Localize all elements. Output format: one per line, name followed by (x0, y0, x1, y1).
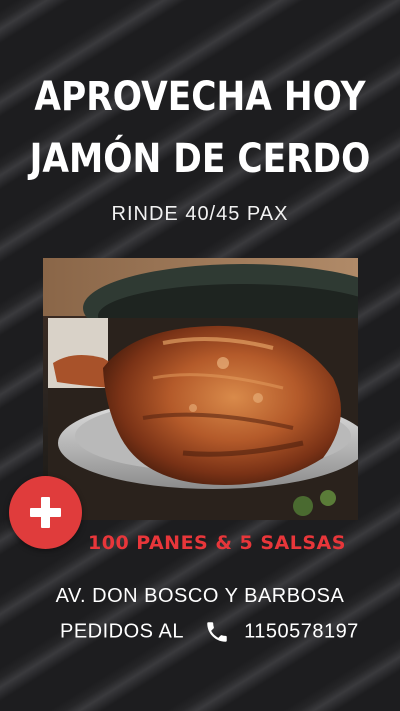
promo-text: 100 PANES & 5 SALSAS (88, 532, 346, 554)
roast-ham-photo (43, 258, 358, 520)
promo-poster: APROVECHA HOY JAMÓN DE CERDO RINDE 40/45… (0, 0, 400, 711)
phone-icon (207, 622, 227, 642)
headline-line-1: APROVECHA HOY (34, 74, 366, 120)
headline-line-2: JAMÓN DE CERDO (29, 136, 371, 182)
phone-number: 1150578197 (244, 620, 359, 643)
address-text: AV. DON BOSCO Y BARBOSA (55, 585, 345, 607)
plus-badge (9, 476, 82, 549)
orders-label: PEDIDOS AL (60, 620, 184, 643)
servings-subtitle: RINDE 40/45 PAX (111, 203, 289, 225)
roast-ham-illustration (43, 258, 358, 520)
plus-icon-vertical (41, 497, 50, 528)
orders-row: PEDIDOS AL 1150578197 (60, 619, 359, 647)
